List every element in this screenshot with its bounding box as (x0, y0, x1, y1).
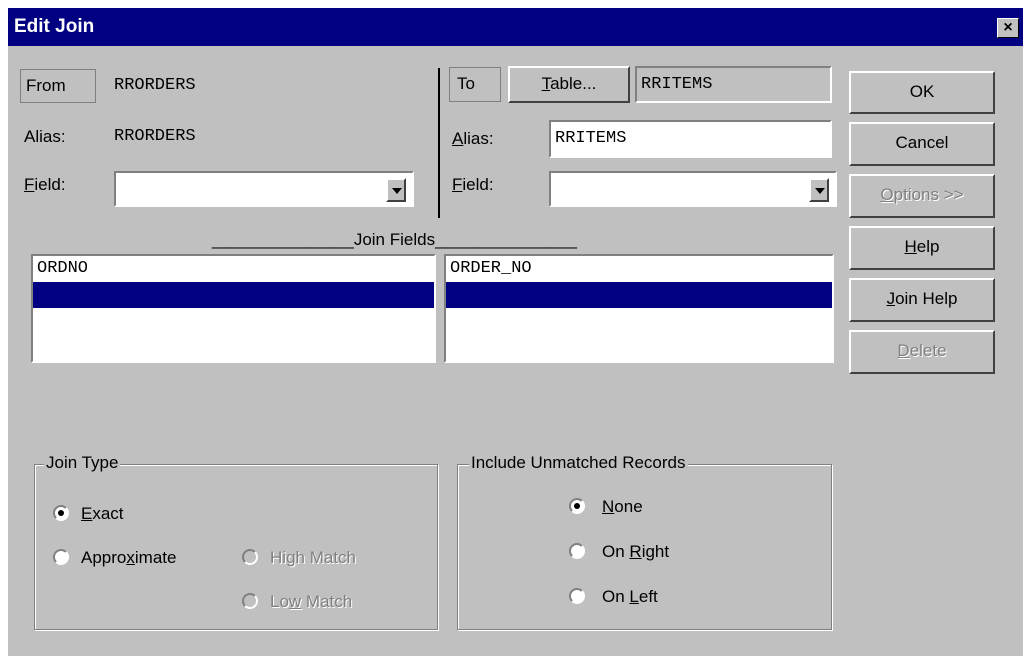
high-match-radio[interactable] (242, 549, 258, 565)
to-label-box: To (449, 67, 501, 102)
table-button[interactable]: Table... (508, 66, 630, 103)
edit-join-dialog: Edit Join × From RRORDERS Alias: RRORDER… (8, 8, 1023, 656)
low-match-label: Low Match (270, 592, 353, 611)
on-left-radio[interactable] (569, 588, 585, 604)
ok-button[interactable]: OK (849, 71, 995, 114)
none-radio[interactable] (569, 498, 585, 514)
on-left-label[interactable]: On Left (602, 587, 658, 607)
to-field-label: Field: (452, 175, 494, 194)
exact-radio[interactable] (53, 505, 69, 521)
exact-label[interactable]: Exact (81, 504, 124, 524)
from-field-label: Field: (24, 175, 66, 194)
from-label: From (26, 76, 66, 95)
to-alias-input[interactable]: RRITEMS (549, 120, 832, 158)
join-help-button[interactable]: Join Help (849, 278, 995, 322)
none-label[interactable]: None (602, 497, 643, 517)
to-alias-value: RRITEMS (555, 129, 627, 148)
high-match-label: High Match (270, 548, 357, 567)
to-table-name: RRITEMS (641, 75, 713, 94)
join-type-title: Join Type (44, 453, 121, 473)
from-alias-value: RRORDERS (114, 127, 196, 146)
to-table-name-box: RRITEMS (635, 66, 832, 103)
help-button[interactable]: Help (849, 226, 995, 270)
cancel-button[interactable]: Cancel (849, 122, 995, 166)
delete-button[interactable]: Delete (849, 330, 995, 374)
title-bar[interactable]: Edit Join × (8, 8, 1023, 46)
on-right-label[interactable]: On Right (602, 542, 669, 562)
from-table-name: RRORDERS (114, 76, 196, 95)
window-title: Edit Join (14, 16, 95, 37)
approximate-radio[interactable] (53, 549, 69, 565)
chevron-down-icon (392, 188, 402, 194)
join-fields-heading: _______________Join Fields______________… (212, 230, 577, 249)
section-divider (438, 68, 440, 218)
from-label-box: From (20, 69, 96, 103)
list-item-selected[interactable] (446, 282, 832, 308)
on-right-radio[interactable] (569, 543, 585, 559)
close-button[interactable]: × (997, 18, 1019, 38)
chevron-down-icon (815, 188, 825, 194)
list-item[interactable]: ORDNO (33, 256, 434, 282)
to-field-dropdown-button[interactable] (809, 178, 829, 202)
to-label: To (457, 74, 475, 93)
options-button[interactable]: Options >> (849, 174, 995, 218)
from-field-dropdown-button[interactable] (386, 178, 406, 202)
join-fields-from-list[interactable]: ORDNO (31, 254, 436, 363)
list-item[interactable]: ORDER_NO (446, 256, 832, 282)
list-item-selected[interactable] (33, 282, 434, 308)
unmatched-records-title: Include Unmatched Records (469, 453, 688, 473)
to-field-combobox[interactable] (549, 171, 837, 207)
join-fields-to-list[interactable]: ORDER_NO (444, 254, 834, 363)
from-alias-label: Alias: (24, 127, 66, 146)
join-type-group (34, 464, 438, 630)
low-match-radio[interactable] (242, 593, 258, 609)
to-alias-label: Alias: (452, 129, 494, 148)
close-icon: × (1003, 19, 1013, 36)
from-field-combobox[interactable] (114, 171, 414, 207)
approximate-label[interactable]: Approximate (81, 548, 176, 568)
